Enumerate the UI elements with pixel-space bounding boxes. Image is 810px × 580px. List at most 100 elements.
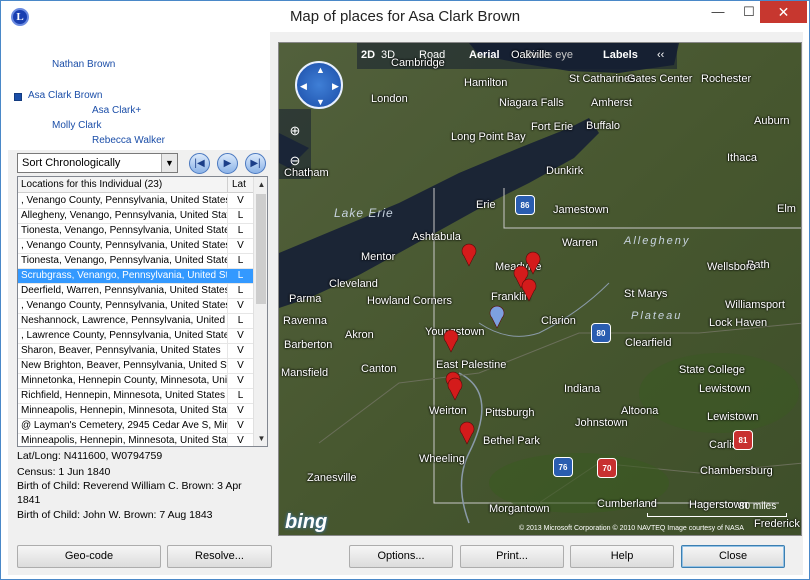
city-label: Dunkirk — [546, 165, 584, 177]
mode-2d-button[interactable]: 2D — [361, 49, 375, 61]
labels-toggle[interactable]: Labels — [603, 49, 638, 61]
city-label: Warren — [562, 237, 598, 249]
location-row[interactable]: @ Layman's Cemetery, 2945 Cedar Ave S, M… — [18, 419, 253, 434]
aerial-view-button[interactable]: Aerial — [469, 49, 500, 61]
family-tree: Nathan Brown Asa Clark Brown Asa Clark+ … — [8, 32, 270, 150]
location-cell: Neshannock, Lawrence, Pennsylvania, Unit… — [18, 314, 228, 328]
location-row[interactable]: Scrubgrass, Venango, Pennsylvania, Unite… — [18, 269, 253, 284]
city-label: Oakville — [511, 49, 551, 61]
header-lat[interactable]: Lat — [228, 177, 253, 193]
location-row[interactable]: Tionesta, Venango, Pennsylvania, United … — [18, 224, 253, 239]
location-row[interactable]: Deerfield, Warren, Pennsylvania, United … — [18, 284, 253, 299]
pan-west-icon[interactable]: ◀ — [300, 81, 307, 92]
location-row[interactable]: Neshannock, Lawrence, Pennsylvania, Unit… — [18, 314, 253, 329]
city-label: Lewistown — [699, 383, 751, 395]
tree-item-father[interactable]: Nathan Brown — [52, 59, 115, 70]
location-row[interactable]: Minneapolis, Hennepin, Minnesota, United… — [18, 404, 253, 419]
census-text: Census: 1 Jun 1840 — [17, 466, 111, 478]
location-row[interactable]: Allegheny, Venango, Pennsylvania, United… — [18, 209, 253, 224]
sort-dropdown[interactable]: Sort Chronologically ▼ — [17, 153, 178, 173]
highway-81-shield: 81 — [733, 430, 753, 450]
city-label: Morgantown — [489, 503, 550, 515]
city-label: Long Point Bay — [451, 131, 526, 143]
location-row[interactable]: , Venango County, Pennsylvania, United S… — [18, 194, 253, 209]
location-row[interactable]: , Venango County, Pennsylvania, United S… — [18, 299, 253, 314]
location-cell: , Venango County, Pennsylvania, United S… — [18, 239, 228, 253]
lat-cell: L — [237, 315, 244, 326]
scale-label: 80 miles — [739, 501, 777, 512]
close-window-button[interactable]: ✕ — [760, 1, 807, 23]
pan-south-icon[interactable]: ▼ — [316, 97, 325, 107]
zoom-in-icon[interactable]: ⊕ — [287, 123, 303, 139]
lat-cell: V — [237, 405, 244, 416]
locations-list[interactable]: Locations for this Individual (23) Lat ,… — [17, 176, 268, 447]
location-cell: @ Layman's Cemetery, 2945 Cedar Ave S, M… — [18, 419, 228, 433]
lat-cell: L — [237, 285, 244, 296]
city-label: St Marys — [624, 288, 668, 300]
location-row[interactable]: Sharon, Beaver, Pennsylvania, United Sta… — [18, 344, 253, 359]
resolve-button[interactable]: Resolve... — [167, 545, 272, 568]
scroll-up-icon[interactable]: ▲ — [254, 177, 267, 192]
location-cell: Minneapolis, Hennepin, Minnesota, United… — [18, 404, 228, 418]
city-label: Pittsburgh — [485, 407, 535, 419]
map-compass[interactable]: ▲ ▼ ▶ ◀ — [295, 61, 343, 109]
options-button[interactable]: Options... — [349, 545, 453, 568]
location-cell: , Venango County, Pennsylvania, United S… — [18, 299, 228, 313]
location-row[interactable]: Richfield, Hennepin, Minnesota, United S… — [18, 389, 253, 404]
tree-item-child[interactable]: Asa Clark+ — [92, 105, 141, 116]
city-label: Wheeling — [419, 453, 465, 465]
location-row[interactable]: Tionesta, Venango, Pennsylvania, United … — [18, 254, 253, 269]
lat-cell: V — [237, 195, 244, 206]
city-label: Buffalo — [586, 120, 621, 132]
location-cell: Scrubgrass, Venango, Pennsylvania, Unite… — [18, 269, 228, 283]
help-button[interactable]: Help — [570, 545, 674, 568]
tree-item-individual[interactable]: Asa Clark Brown — [28, 90, 102, 101]
first-location-button[interactable]: |◀ — [189, 153, 210, 174]
location-cell: Allegheny, Venango, Pennsylvania, United… — [18, 209, 228, 223]
location-row[interactable]: New Brighton, Beaver, Pennsylvania, Unit… — [18, 359, 253, 374]
map-window: L Map of places for Asa Clark Brown — ☐ … — [0, 0, 810, 580]
location-cell: Richfield, Hennepin, Minnesota, United S… — [18, 389, 228, 403]
close-button[interactable]: Close — [681, 545, 785, 568]
map-view[interactable]: 2D 3D Road Aerial Bird's eye Labels ‹‹ ▲… — [278, 42, 802, 536]
scroll-down-icon[interactable]: ▼ — [254, 431, 267, 446]
pan-north-icon[interactable]: ▲ — [316, 65, 325, 75]
city-label: Cumberland — [597, 498, 657, 510]
scale-bar — [647, 513, 787, 517]
location-row[interactable]: , Lawrence County, Pennsylvania, United … — [18, 329, 253, 344]
chevron-down-icon[interactable]: ▼ — [161, 154, 177, 172]
map-pin-icon[interactable] — [443, 329, 459, 353]
sort-dropdown-value: Sort Chronologically — [22, 157, 121, 169]
city-label: Amherst — [591, 97, 632, 109]
location-row[interactable]: Minnetonka, Hennepin County, Minnesota, … — [18, 374, 253, 389]
city-label: Chambersburg — [700, 465, 773, 477]
location-row[interactable]: , Venango County, Pennsylvania, United S… — [18, 239, 253, 254]
plateau-label: Plateau — [631, 310, 683, 322]
map-pin-icon[interactable] — [521, 278, 537, 302]
print-button[interactable]: Print... — [460, 545, 564, 568]
last-location-button[interactable]: ▶| — [245, 153, 266, 174]
location-row[interactable]: Minneapolis, Hennepin, Minnesota, United… — [18, 434, 253, 446]
scroll-thumb[interactable] — [256, 194, 266, 304]
map-pin-icon[interactable] — [447, 377, 463, 401]
city-label: Clarion — [541, 315, 576, 327]
map-pin-icon[interactable] — [461, 243, 477, 267]
location-cell: , Venango County, Pennsylvania, United S… — [18, 194, 228, 208]
list-scrollbar[interactable]: ▲ ▼ — [253, 177, 267, 446]
play-button[interactable]: ▶ — [217, 153, 238, 174]
map-pin-icon[interactable] — [489, 305, 505, 329]
city-label: Wellsboro — [707, 261, 756, 273]
city-label: Elm — [777, 203, 796, 215]
header-location[interactable]: Locations for this Individual (23) — [18, 177, 228, 193]
geocode-button[interactable]: Geo-code — [17, 545, 161, 568]
tree-item-grandmother[interactable]: Rebecca Walker — [92, 135, 165, 146]
minimize-button[interactable]: — — [703, 1, 733, 23]
pan-east-icon[interactable]: ▶ — [332, 81, 339, 92]
tree-item-mother[interactable]: Molly Clark — [52, 120, 101, 131]
bing-logo: bing — [285, 511, 328, 533]
city-label: East Palestine — [436, 359, 507, 371]
city-label: Barberton — [284, 339, 333, 351]
city-label: Indiana — [564, 383, 601, 395]
collapse-toolbar-icon[interactable]: ‹‹ — [657, 49, 664, 61]
map-pin-icon[interactable] — [459, 421, 475, 445]
